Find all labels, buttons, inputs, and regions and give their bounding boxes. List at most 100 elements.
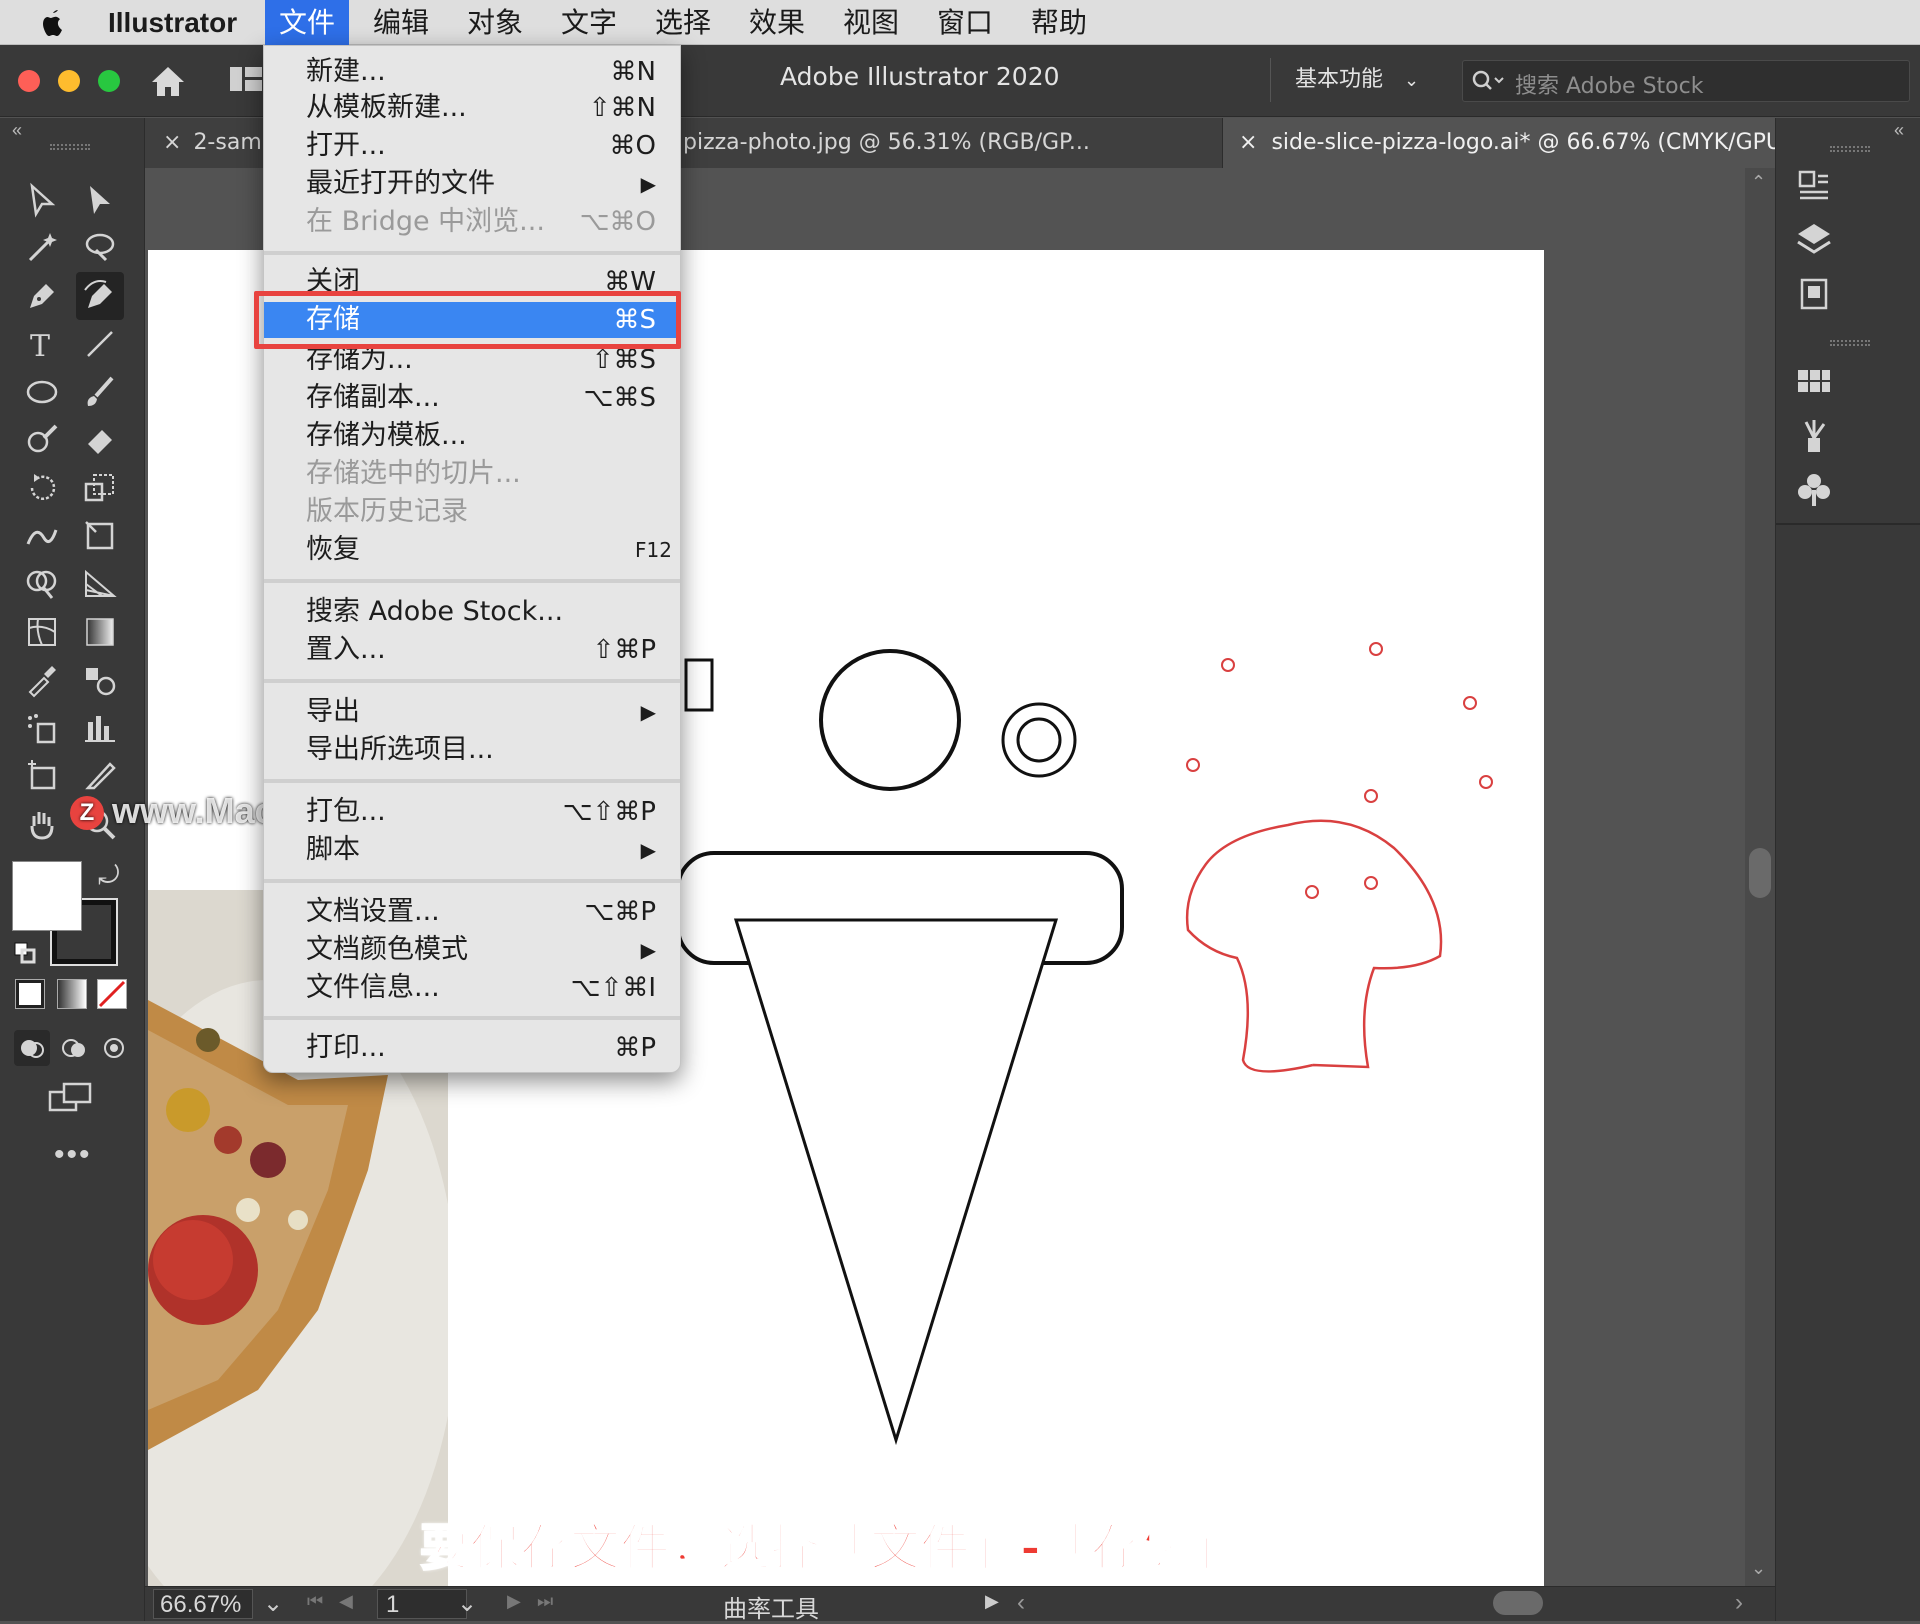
brushes-panel-icon[interactable]	[1794, 416, 1834, 456]
draw-normal-icon[interactable]	[14, 1030, 50, 1066]
draw-behind-icon[interactable]	[56, 1030, 92, 1066]
default-colors-icon[interactable]	[14, 942, 36, 964]
free-transform-tool-icon[interactable]	[78, 514, 122, 558]
collapse-dock-icon[interactable]: «	[1894, 120, 1904, 141]
menu-item-package[interactable]: 打包... ⌥⇧⌘P	[264, 794, 680, 830]
maximize-window-button[interactable]	[98, 70, 120, 92]
artboard-tool-icon[interactable]	[20, 754, 64, 798]
menu-item-open-recent[interactable]: 最近打开的文件 ▶	[264, 166, 680, 202]
menu-item-export-selection[interactable]: 导出所选项目...	[264, 732, 680, 768]
tab-close-icon[interactable]: ×	[163, 130, 181, 155]
scroll-down-arrow[interactable]: ⌄	[1751, 1558, 1766, 1579]
menu-item-new-from-template[interactable]: 从模板新建... ⇧⌘N	[264, 90, 680, 126]
menu-item-document-setup[interactable]: 文档设置... ⌥⌘P	[264, 894, 680, 930]
screen-mode-icon[interactable]	[48, 1080, 94, 1116]
menu-item-save-a-copy[interactable]: 存储副本... ⌥⌘S	[264, 380, 680, 416]
scroll-left-arrow[interactable]: ‹	[1017, 1589, 1025, 1617]
layout-switch-icon[interactable]	[228, 64, 264, 94]
last-artboard-icon[interactable]: ⏭	[537, 1591, 553, 1612]
selection-tool-icon[interactable]	[20, 178, 64, 222]
zoom-field[interactable]: 66.67%	[153, 1589, 253, 1619]
menu-item-file-info[interactable]: 文件信息... ⌥⇧⌘I	[264, 970, 680, 1006]
menu-item-document-color-mode[interactable]: 文档颜色模式 ▶	[264, 932, 680, 968]
tab-close-icon[interactable]: ×	[1239, 130, 1257, 155]
hand-tool-icon[interactable]	[20, 802, 64, 846]
line-segment-tool-icon[interactable]	[78, 322, 122, 366]
paintbrush-tool-icon[interactable]	[78, 370, 122, 414]
horizontal-scroll-thumb[interactable]	[1493, 1591, 1543, 1615]
close-window-button[interactable]	[18, 70, 40, 92]
collapse-panel-icon[interactable]: «	[12, 120, 22, 141]
rotate-tool-icon[interactable]	[20, 466, 64, 510]
previous-artboard-icon[interactable]: ◀	[339, 1591, 353, 1612]
gradient-tool-icon[interactable]	[78, 610, 122, 654]
menu-file[interactable]: 文件	[265, 0, 350, 45]
none-mode-icon[interactable]	[97, 979, 127, 1009]
apple-icon[interactable]	[38, 6, 68, 40]
menu-item-open[interactable]: 打开... ⌘O	[264, 128, 680, 164]
more-tools-icon[interactable]: •••	[54, 1138, 92, 1172]
fill-swatch[interactable]	[12, 861, 82, 931]
libraries-panel-icon[interactable]	[1794, 274, 1834, 314]
mesh-tool-icon[interactable]	[20, 610, 64, 654]
menu-view[interactable]: 视图	[829, 0, 913, 45]
scroll-right-arrow[interactable]: ›	[1735, 1589, 1743, 1617]
panel-grip[interactable]	[1830, 340, 1870, 346]
scale-tool-icon[interactable]	[78, 466, 122, 510]
menu-item-scripts[interactable]: 脚本 ▶	[264, 832, 680, 868]
first-artboard-icon[interactable]: ⏮	[307, 1591, 323, 1612]
perspective-grid-tool-icon[interactable]	[78, 562, 122, 606]
menu-item-revert[interactable]: 恢复 F12	[264, 532, 680, 568]
symbols-panel-icon[interactable]	[1794, 470, 1834, 510]
minimize-window-button[interactable]	[58, 70, 80, 92]
scroll-thumb[interactable]	[1749, 848, 1771, 898]
gradient-mode-icon[interactable]	[57, 979, 87, 1009]
symbol-sprayer-tool-icon[interactable]	[20, 706, 64, 750]
layers-panel-icon[interactable]	[1794, 220, 1834, 260]
scroll-up-arrow[interactable]: ⌃	[1751, 172, 1766, 193]
menu-item-save-as-template[interactable]: 存储为模板...	[264, 418, 680, 454]
properties-panel-icon[interactable]	[1794, 164, 1834, 204]
column-graph-tool-icon[interactable]	[78, 706, 122, 750]
pen-tool-icon[interactable]	[20, 274, 64, 318]
color-mode-icon[interactable]	[15, 979, 45, 1009]
menu-item-place[interactable]: 置入... ⇧⌘P	[264, 632, 680, 668]
panel-grip[interactable]	[1830, 146, 1870, 152]
menu-select[interactable]: 选择	[641, 0, 725, 45]
menu-item-export[interactable]: 导出 ▶	[264, 694, 680, 730]
menu-object[interactable]: 对象	[453, 0, 537, 45]
shaper-tool-icon[interactable]	[20, 418, 64, 462]
zoom-dropdown-icon[interactable]: ⌄	[263, 1589, 283, 1618]
menu-edit[interactable]: 编辑	[359, 0, 443, 45]
tab-2-sample[interactable]: × 2-sam	[145, 118, 265, 168]
blend-tool-icon[interactable]	[78, 658, 122, 702]
eyedropper-tool-icon[interactable]	[20, 658, 64, 702]
menu-item-search-adobe-stock[interactable]: 搜索 Adobe Stock...	[264, 594, 680, 630]
shape-builder-tool-icon[interactable]	[20, 562, 64, 606]
menu-effect[interactable]: 效果	[735, 0, 819, 45]
vertical-scrollbar[interactable]: ⌃ ⌄	[1745, 168, 1775, 1586]
tab-side-slice-pizza-logo[interactable]: × side-slice-pizza-logo.ai* @ 66.67% (CMY…	[1223, 118, 1835, 168]
menubar-app-name[interactable]: Illustrator	[94, 0, 251, 45]
artboard-dropdown-icon[interactable]: ⌄	[457, 1589, 477, 1618]
swap-colors-icon[interactable]: ⤾	[98, 860, 120, 892]
magic-wand-tool-icon[interactable]	[20, 226, 64, 270]
menu-item-print[interactable]: 打印... ⌘P	[264, 1030, 680, 1066]
curvature-tool-icon[interactable]	[76, 272, 124, 320]
artboard-number-field[interactable]: 1	[377, 1589, 467, 1619]
home-icon[interactable]	[148, 62, 188, 100]
horizontal-scrollbar[interactable]: ‹ ›	[1013, 1589, 1753, 1619]
status-menu-arrow-icon[interactable]: ▶	[985, 1591, 999, 1612]
menu-item-new[interactable]: 新建... ⌘N	[264, 54, 680, 90]
tab-pizza-photo[interactable]: pizza-photo.jpg @ 56.31% (RGB/GP...	[683, 118, 1223, 168]
lasso-tool-icon[interactable]	[78, 226, 122, 270]
stock-search-field[interactable]: 搜索 Adobe Stock	[1462, 60, 1910, 102]
direct-selection-tool-icon[interactable]	[78, 178, 122, 222]
menu-type[interactable]: 文字	[547, 0, 631, 45]
workspace-switcher[interactable]: 基本功能 ⌄	[1270, 58, 1420, 102]
type-tool-icon[interactable]: T	[20, 322, 64, 366]
panel-grip[interactable]	[50, 144, 90, 150]
menu-window[interactable]: 窗口	[923, 0, 1007, 45]
swatches-panel-icon[interactable]	[1794, 362, 1834, 402]
ellipse-tool-icon[interactable]	[20, 370, 64, 414]
